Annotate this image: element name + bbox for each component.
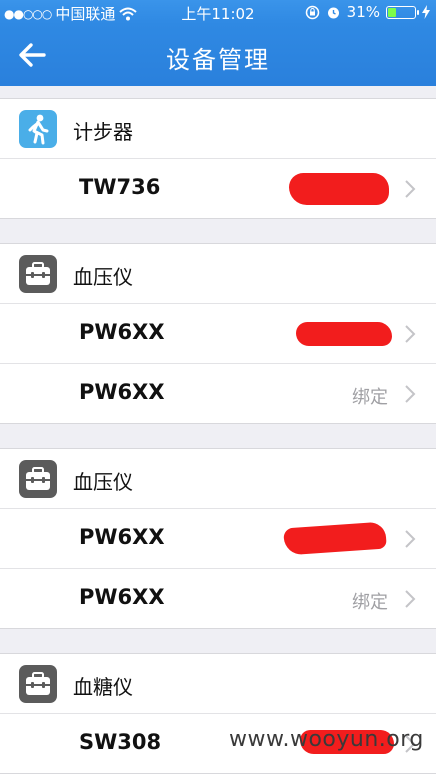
group-header: 计步器 (0, 99, 436, 159)
device-name: PW6XX (79, 380, 165, 404)
battery-icon (386, 5, 419, 19)
watermark-text: www.wooyun.org (229, 727, 424, 752)
battery-percent: 31% (346, 3, 380, 21)
device-group-pedometer: 计步器 TW736 (0, 98, 436, 219)
device-row[interactable]: PW6XX (0, 304, 436, 364)
group-label: 血糖仪 (73, 675, 133, 699)
device-name: SW308 (79, 730, 162, 754)
device-group-blood-pressure: 血压仪 PW6XX PW6XX 绑定 (0, 243, 436, 424)
battery-fill (388, 7, 396, 17)
pedometer-icon (19, 110, 57, 148)
bind-status: 绑定 (352, 387, 388, 408)
device-group-blood-pressure: 血压仪 PW6XX PW6XX 绑定 (0, 448, 436, 629)
alarm-icon (327, 7, 339, 18)
device-group-blood-glucose: 血糖仪 SW308 (0, 653, 436, 774)
device-name: PW6XX (79, 585, 165, 609)
chevron-right-icon (405, 590, 416, 608)
group-header: 血压仪 (0, 449, 436, 509)
group-header: 血压仪 (0, 244, 436, 304)
nav-bar: 设备管理 (0, 24, 436, 86)
page-title: 设备管理 (166, 46, 270, 74)
device-row[interactable]: PW6XX 绑定 (0, 364, 436, 423)
device-list: 计步器 TW736 血压仪 PW6XX PW6XX 绑定 血压仪 PW6XX P… (0, 86, 436, 774)
status-right: 31% (305, 3, 430, 21)
group-label: 血压仪 (73, 265, 133, 289)
redaction-mark (296, 322, 392, 346)
group-header: 血糖仪 (0, 654, 436, 714)
device-name: PW6XX (79, 320, 165, 344)
group-label: 血压仪 (73, 470, 133, 494)
device-name: TW736 (79, 175, 161, 199)
redaction-mark (289, 173, 389, 205)
device-row[interactable]: TW736 (0, 159, 436, 218)
device-name: PW6XX (79, 525, 165, 549)
group-label: 计步器 (73, 120, 133, 144)
bind-status: 绑定 (352, 592, 388, 613)
device-row[interactable]: PW6XX (0, 509, 436, 569)
chevron-right-icon (405, 385, 416, 403)
toolbox-icon (19, 255, 57, 293)
chevron-right-icon (405, 530, 416, 548)
toolbox-icon (19, 460, 57, 498)
orientation-lock-icon (305, 5, 319, 19)
device-row[interactable]: PW6XX 绑定 (0, 569, 436, 628)
redaction-mark (283, 521, 387, 556)
status-bar: ●●○○○ 中国联通 上午11:02 31% (0, 0, 436, 24)
toolbox-icon (19, 665, 57, 703)
charging-icon (422, 5, 430, 19)
chevron-right-icon (405, 325, 416, 343)
chevron-right-icon (405, 180, 416, 198)
